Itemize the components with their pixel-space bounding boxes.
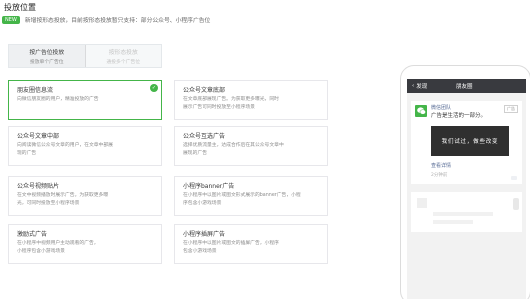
placement-card-rewarded[interactable]: 激励式广告 在小程序中视频用户主动观看的广告， 小程序包含小游戏场景 xyxy=(8,224,162,264)
view-details-link[interactable]: 查看详情 xyxy=(431,162,518,169)
more-icon[interactable] xyxy=(511,176,517,180)
scroll-handle[interactable] xyxy=(513,198,519,210)
card-title: 小程序banner广告 xyxy=(183,183,235,190)
card-title: 公众号文章底部 xyxy=(183,87,226,94)
tab-title: 按广告位投放 xyxy=(29,50,65,56)
placeholder-line xyxy=(433,212,493,216)
placement-mode-tabs: 按广告位投放 投放单个广告位 按形态投放 通投多个广告位 xyxy=(8,44,162,68)
notice-bar: NEW 新增按形态投放，目前按形态投放暂只支持：部分公众号、小程序广告位 xyxy=(2,15,210,24)
ad-time: 2分钟前 xyxy=(431,173,448,178)
tab-by-placement[interactable]: 按广告位投放 投放单个广告位 xyxy=(9,45,86,67)
placement-card-miniprogram-banner[interactable]: 小程序banner广告 在小程序中以图片或图文形式展示的banner广告，小程 … xyxy=(174,176,328,216)
placeholder-avatar xyxy=(417,198,427,208)
card-desc: 小程序包含小游戏场景 xyxy=(17,249,65,254)
card-desc: 向阅读微信公众号文章的用户，在文章中部展 xyxy=(17,143,113,148)
card-desc: 包含小游戏场景 xyxy=(183,249,217,254)
card-desc: 向微信朋友圈的用户，精准投放的广告 xyxy=(17,97,99,102)
card-title: 小程序插屏广告 xyxy=(183,231,226,238)
tab-subtitle: 通投多个广告位 xyxy=(106,60,141,65)
card-title: 激励式广告 xyxy=(17,231,48,238)
account-name: 微信团队 xyxy=(431,105,452,111)
ad-preview-card: 微信团队 广告是生活的一部分。 广告 我们试过，做些改变 查看详情 2分钟前 xyxy=(411,101,522,184)
card-desc: 展示广告可同时投放至小程序场景 xyxy=(183,105,255,110)
section-title: 投放位置 xyxy=(4,3,36,12)
card-desc: 在文中视频播放时展示广告。为获取更多曝 xyxy=(17,193,109,198)
back-label: 发现 xyxy=(416,84,428,90)
back-button[interactable]: ‹ 发现 xyxy=(412,82,456,90)
placement-card-article-middle[interactable]: 公众号文章中部 向阅读微信公众号文章的用户，在文章中部展 现的广告 xyxy=(8,126,162,166)
placement-card-moments[interactable]: 朋友圈信息流 向微信朋友圈的用户，精准投放的广告 ✓ xyxy=(8,80,162,120)
placement-card-interstitial[interactable]: 小程序插屏广告 在小程序中以图片或图文的插屏广告，小程序 包含小游戏场景 xyxy=(174,224,328,264)
card-desc: 展现的广告 xyxy=(183,151,207,156)
card-desc: 选择优质流量主，达成合作后在其公众号文章中 xyxy=(183,143,284,148)
card-desc: 在小程序中以图片或图文的插屏广告，小程序 xyxy=(183,241,279,246)
card-desc: 光，可同时投放至小程序场景 xyxy=(17,201,80,206)
card-desc: 在文章底部展现广告。为获取更多曝光，同时 xyxy=(183,97,279,102)
card-title: 朋友圈信息流 xyxy=(17,87,54,94)
card-desc: 在小程序中视频用户主动观看的广告， xyxy=(17,241,99,246)
ad-tag: 广告 xyxy=(504,105,518,113)
tab-title: 按形态投放 xyxy=(108,50,138,56)
card-title: 公众号文章中部 xyxy=(17,133,60,140)
phone-nav-bar: ‹ 发现 朋友圈 xyxy=(407,79,526,93)
card-desc: 在小程序中以图片或图文形式展示的banner广告，小程 xyxy=(183,193,301,198)
notice-text: 新增按形态投放，目前按形态投放暂只支持：部分公众号、小程序广告位 xyxy=(24,18,211,24)
card-desc: 序包含小游戏场景 xyxy=(183,201,222,206)
card-title: 公众号视频贴片 xyxy=(17,183,60,190)
ad-image-text: 我们试过，做些改变 xyxy=(441,139,499,145)
placement-card-article-bottom[interactable]: 公众号文章底部 在文章底部展现广告。为获取更多曝光，同时 展示广告可同时投放至小… xyxy=(174,80,328,120)
card-desc: 现的广告 xyxy=(17,151,37,156)
placeholder-line xyxy=(433,220,473,224)
placement-card-video-patch[interactable]: 公众号视频贴片 在文中视频播放时展示广告。为获取更多曝 光，可同时投放至小程序场… xyxy=(8,176,162,216)
ad-copy: 广告是生活的一部分。 xyxy=(431,113,487,119)
ad-image: 我们试过，做些改变 xyxy=(431,126,509,156)
phone-preview: ‹ 发现 朋友圈 微信团队 广告是生活的一部分。 广告 我们试过，做些改变 查看… xyxy=(400,65,530,299)
chevron-left-icon: ‹ xyxy=(412,83,415,89)
phone-screen: ‹ 发现 朋友圈 微信团队 广告是生活的一部分。 广告 我们试过，做些改变 查看… xyxy=(407,79,526,299)
new-badge: NEW xyxy=(2,15,20,24)
placement-card-mutual-select[interactable]: 公众号互选广告 选择优质流量主，达成合作后在其公众号文章中 展现的广告 xyxy=(174,126,328,166)
tab-subtitle: 投放单个广告位 xyxy=(29,60,64,65)
wechat-logo-icon xyxy=(415,105,427,117)
feed-placeholder xyxy=(411,192,522,232)
card-title: 公众号互选广告 xyxy=(183,133,226,140)
check-icon: ✓ xyxy=(150,84,158,92)
phone-title: 朋友圈 xyxy=(456,84,473,90)
tab-by-format[interactable]: 按形态投放 通投多个广告位 xyxy=(86,45,162,67)
